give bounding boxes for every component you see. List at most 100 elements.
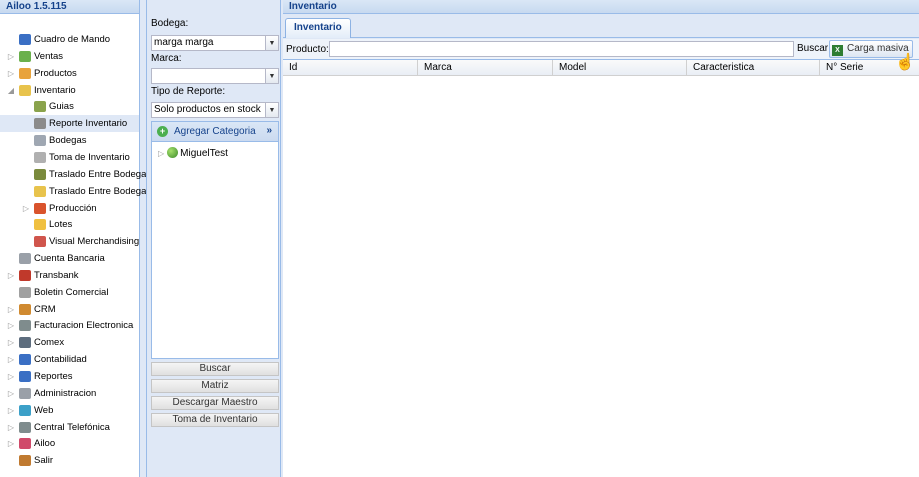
tab-strip: Inventario xyxy=(283,14,919,38)
sidebar-item[interactable]: ▷ CRM xyxy=(0,301,139,318)
sidebar-item[interactable]: Bodegas xyxy=(0,132,139,149)
sidebar-item-label: Salir xyxy=(34,455,54,467)
globe-icon xyxy=(167,147,179,158)
sidebar-item-label: Visual Merchandising xyxy=(49,236,140,248)
column-header-model[interactable]: Model xyxy=(553,60,687,76)
sidebar-item[interactable]: ▷ Contabilidad xyxy=(0,351,139,368)
category-node-label: MiguelTest xyxy=(180,148,228,159)
sidebar-item[interactable]: ▷ Ventas xyxy=(0,48,139,65)
add-category-button[interactable]: Agregar Categoria xyxy=(174,126,256,137)
chevron-down-icon[interactable]: ▼ xyxy=(265,35,279,51)
sidebar-item-label: Traslado Entre Bodegas xyxy=(49,168,152,180)
ledger-icon xyxy=(19,354,31,366)
buscar-producto-button[interactable]: Buscar xyxy=(797,43,828,54)
sidebar-item[interactable]: Guias xyxy=(0,98,139,115)
app-title: Ailoo 1.5.115 xyxy=(0,0,139,14)
expand-arrow-icon[interactable]: ▷ xyxy=(7,435,15,452)
sidebar-item-label: Ailoo xyxy=(34,438,56,450)
sidebar-item-label: Administracion xyxy=(34,387,97,399)
sidebar-item-label: Lotes xyxy=(49,219,73,231)
expand-arrow-icon[interactable]: ▷ xyxy=(7,48,15,65)
producto-label: Producto: xyxy=(286,44,329,55)
bar-chart-icon xyxy=(19,371,31,382)
truck-icon xyxy=(34,168,46,180)
sidebar-item-label: Contabilidad xyxy=(34,354,87,366)
matriz-button[interactable]: Matriz xyxy=(151,379,279,393)
sidebar-item[interactable]: ◢ Inventario xyxy=(0,82,139,99)
expand-arrow-icon[interactable]: ▷ xyxy=(22,200,30,217)
sidebar-item[interactable]: ▷ Administracion xyxy=(0,385,139,402)
package-icon xyxy=(19,84,31,96)
sidebar-item[interactable]: Cuenta Bancaria xyxy=(0,250,139,267)
sidebar-item[interactable]: ▷ Web xyxy=(0,402,139,419)
sidebar-item-label: Cuenta Bancaria xyxy=(34,253,105,265)
column-header-caracteristica[interactable]: Caracteristica xyxy=(687,60,820,76)
sidebar-item[interactable]: Salir xyxy=(0,452,139,469)
sidebar-item[interactable]: Lotes xyxy=(0,216,139,233)
expand-arrow-icon[interactable]: ▷ xyxy=(7,65,15,82)
page-title: Inventario xyxy=(283,0,919,14)
sidebar-item-label: Reporte Inventario xyxy=(49,118,128,130)
tipo-reporte-select[interactable]: Solo productos en stock ▼ xyxy=(151,102,279,118)
column-header-id[interactable]: Id xyxy=(283,60,418,76)
collapse-arrow-icon[interactable]: ◢ xyxy=(7,82,15,99)
sidebar-item[interactable]: ▷ Reportes xyxy=(0,368,139,385)
users-icon xyxy=(19,303,31,315)
bodega-select[interactable]: marga marga ▼ xyxy=(151,35,279,51)
sidebar-item[interactable]: Traslado Entre Bodegas xyxy=(0,183,151,200)
expand-arrow-icon[interactable]: ▷ xyxy=(7,419,15,436)
marca-select[interactable]: ▼ xyxy=(151,68,279,84)
bodega-value: marga marga xyxy=(154,37,214,48)
sidebar-item[interactable]: ▷ Productos xyxy=(0,65,139,82)
sidebar-item[interactable]: ▷ Transbank xyxy=(0,267,139,284)
expand-arrow-icon[interactable]: ▷ xyxy=(7,334,15,351)
descargar-maestro-button[interactable]: Descargar Maestro xyxy=(151,396,279,410)
box-icon xyxy=(19,67,31,79)
expand-arrow-icon[interactable]: ▷ xyxy=(7,368,15,385)
sidebar-item-label: Guias xyxy=(49,101,74,113)
expand-arrow-icon[interactable]: ▷ xyxy=(158,149,164,158)
sidebar-item[interactable]: Boletin Comercial xyxy=(0,284,139,301)
expand-arrow-icon[interactable]: ▷ xyxy=(7,351,15,368)
sidebar-item-label: CRM xyxy=(34,303,56,315)
sidebar-item-label: Reportes xyxy=(34,371,73,382)
tab-inventario[interactable]: Inventario xyxy=(285,18,351,38)
add-icon[interactable]: + xyxy=(157,126,168,137)
producto-input[interactable] xyxy=(329,41,794,57)
gear-icon xyxy=(19,387,31,399)
buscar-button[interactable]: Buscar xyxy=(151,362,279,376)
search-toolbar: Producto: Buscar X Carga masiva xyxy=(283,39,919,60)
sidebar-item[interactable]: Visual Merchandising xyxy=(0,233,139,250)
invoice-icon xyxy=(19,320,31,332)
expand-arrow-icon[interactable]: ▷ xyxy=(7,301,15,318)
globe-icon xyxy=(19,404,31,416)
navigation-panel: Ailoo 1.5.115 Cuadro de Mando ▷ Ventas ▷ Pro… xyxy=(0,0,151,477)
expand-arrow-icon[interactable]: ▷ xyxy=(7,402,15,419)
sidebar-item[interactable]: Traslado Entre Bodegas xyxy=(0,166,151,183)
expand-arrow-icon[interactable]: ▷ xyxy=(7,317,15,334)
more-icon[interactable]: » xyxy=(266,125,272,136)
sidebar-item[interactable]: Toma de Inventario xyxy=(0,149,139,166)
sidebar-item[interactable]: ▷ Facturacion Electronica xyxy=(0,317,139,334)
sidebar-item-label: Producción xyxy=(49,202,97,214)
expand-arrow-icon[interactable]: ▷ xyxy=(7,385,15,402)
sidebar-item[interactable]: ▷ Producción xyxy=(0,200,139,217)
sidebar-item-label: Transbank xyxy=(34,269,79,281)
sidebar-item[interactable]: ▷ Central Telefónica xyxy=(0,419,139,436)
chevron-down-icon[interactable]: ▼ xyxy=(265,68,279,84)
main-panel: Inventario Inventario Producto: Buscar X… xyxy=(283,0,919,477)
sidebar-item[interactable]: ▷ Ailoo xyxy=(0,435,139,452)
toma-inventario-button[interactable]: Toma de Inventario xyxy=(151,413,279,427)
sidebar-item[interactable]: Reporte Inventario xyxy=(0,115,139,133)
sidebar-item-label: Comex xyxy=(34,337,65,349)
expand-arrow-icon[interactable]: ▷ xyxy=(7,267,15,284)
chevron-down-icon[interactable]: ▼ xyxy=(265,102,279,118)
bar-chart-icon xyxy=(19,34,31,45)
column-header-marca[interactable]: Marca xyxy=(418,60,553,76)
category-node[interactable]: ▷ MiguelTest xyxy=(158,147,228,161)
sidebar-item[interactable]: Cuadro de Mando xyxy=(0,31,139,48)
marca-label: Marca: xyxy=(151,53,182,64)
tag-icon xyxy=(19,286,31,298)
sidebar-item[interactable]: ▷ Comex xyxy=(0,334,139,351)
sidebar-item-label: Facturacion Electronica xyxy=(34,320,134,332)
